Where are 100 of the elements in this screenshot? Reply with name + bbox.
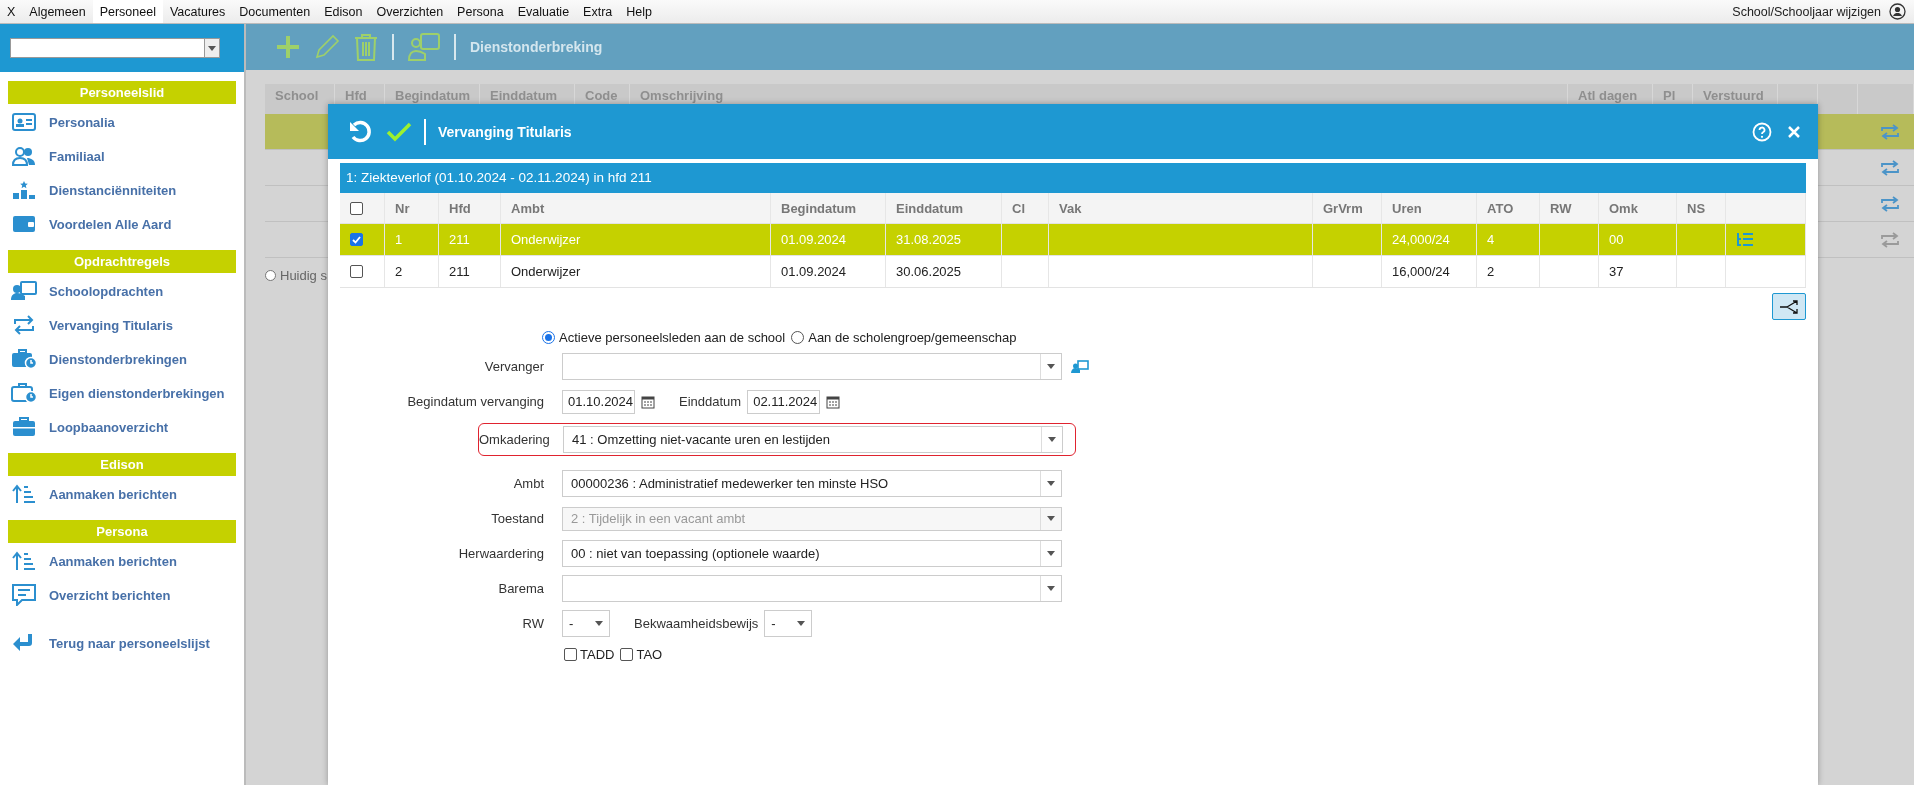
calendar-icon[interactable] <box>641 394 655 409</box>
help-icon[interactable] <box>1752 121 1772 142</box>
field-label: Einddatum <box>679 394 742 409</box>
menu-item[interactable]: X <box>0 0 23 23</box>
split-arrow-icon <box>1779 299 1799 314</box>
table-row[interactable]: 2 211 Onderwijzer 01.09.2024 30.06.2025 16,000/24 2 37 <box>340 256 1806 288</box>
change-school-link[interactable]: School/Schooljaar wijzigen <box>1732 4 1881 19</box>
presenter-icon[interactable] <box>1071 359 1089 374</box>
table-cell: Onderwijzer <box>511 264 581 279</box>
radio-button[interactable] <box>265 270 276 281</box>
column-header: GrVrm <box>1323 200 1363 216</box>
tree-list-icon[interactable] <box>1736 232 1754 247</box>
section-header: Persona <box>8 520 236 543</box>
table-cell: 01.09.2024 <box>781 232 847 247</box>
table-cell: 211 <box>449 232 470 247</box>
checkbox-label: TADD <box>580 647 615 662</box>
checkbox[interactable] <box>350 201 363 215</box>
section-header: Opdrachtregels <box>8 250 236 273</box>
field-label: Toestand <box>490 511 545 526</box>
radio-label: Actieve personeelsleden aan de school <box>559 330 786 345</box>
table-cell: 16,000/24 <box>1392 264 1450 279</box>
menu-item[interactable]: Edison <box>317 0 370 23</box>
sidebar-link[interactable]: Dienstonderbrekingen <box>49 351 187 367</box>
column-header: RW <box>1550 200 1572 216</box>
sidebar-link[interactable]: Familiaal <box>49 148 105 164</box>
select-field[interactable]: 41 : Omzetting niet-vacante uren en lestijden <box>563 426 1063 453</box>
swap-icon[interactable] <box>1880 159 1900 176</box>
radio-label: Huidig s <box>280 268 327 283</box>
menu-item[interactable]: Overzichten <box>369 0 451 23</box>
menu-item[interactable]: Personeel <box>92 0 163 23</box>
checkbox[interactable] <box>350 233 363 246</box>
select-field[interactable]: - <box>562 610 610 637</box>
user-icon[interactable] <box>1889 3 1906 20</box>
select-field[interactable] <box>562 575 1062 602</box>
sidebar-link[interactable]: Aanmaken berichten <box>49 553 177 569</box>
table-cell: 31.08.2025 <box>896 232 962 247</box>
menu-item[interactable]: Extra <box>576 0 620 23</box>
people-icon <box>12 146 36 166</box>
menu-item[interactable]: Help <box>619 0 659 23</box>
column-header: Vak <box>1059 200 1082 216</box>
sidebar-link[interactable]: Eigen dienstonderbrekingen <box>49 385 225 401</box>
sidebar-link[interactable]: Schoolopdrachten <box>49 283 164 299</box>
calendar-icon[interactable] <box>826 394 841 409</box>
sidebar-link[interactable]: Dienstanciënniteiten <box>49 182 177 198</box>
table-cell: 2 <box>1487 264 1495 279</box>
split-button[interactable] <box>1772 293 1806 320</box>
table-cell: 37 <box>1609 264 1624 279</box>
select-field[interactable]: 00 : niet van toepassing (optionele waarde) <box>562 540 1062 567</box>
column-header: Omk <box>1609 200 1638 216</box>
caret-icon <box>1047 364 1055 369</box>
menu-item[interactable]: Documenten <box>232 0 318 23</box>
date-field[interactable]: 02.11.2024 <box>747 389 821 414</box>
caret-icon <box>208 45 216 51</box>
undo-icon[interactable] <box>348 119 374 144</box>
select-field[interactable] <box>562 353 1062 380</box>
caret-icon <box>1047 551 1055 556</box>
caret-icon <box>1047 481 1055 486</box>
checkbox[interactable] <box>564 648 577 661</box>
caret-icon <box>1047 516 1055 521</box>
sidebar-link[interactable]: Vervanging Titularis <box>49 317 174 333</box>
dialog-title: Vervanging Titularis <box>438 123 572 140</box>
close-icon[interactable] <box>1788 125 1800 138</box>
radio-button[interactable] <box>542 331 555 344</box>
select-field[interactable]: - <box>764 610 813 637</box>
caret-icon <box>595 621 603 626</box>
swap-icon[interactable] <box>1880 195 1900 212</box>
briefcase-icon <box>12 417 36 437</box>
sidebar-link[interactable]: Overzicht berichten <box>49 587 171 603</box>
menu-item[interactable]: Evaluatie <box>510 0 577 23</box>
swap-icon[interactable] <box>1880 123 1900 140</box>
menu-item[interactable]: Persona <box>450 0 511 23</box>
field-label: Begindatum vervanging <box>406 394 545 409</box>
column-header: Ambt <box>511 200 545 216</box>
sidebar-link[interactable]: Loopbaanoverzicht <box>49 419 169 435</box>
sidebar-link[interactable]: Personalia <box>49 114 115 130</box>
radio-label: Aan de scholengroep/gemeenschap <box>808 330 1017 345</box>
radio-button[interactable] <box>791 331 805 344</box>
column-header: ATO <box>1487 200 1514 216</box>
column-header: Cl <box>1012 200 1025 216</box>
section-header: Edison <box>8 453 236 476</box>
checkbox[interactable] <box>350 265 363 278</box>
caret-icon <box>797 621 806 626</box>
briefcase-clock-icon <box>11 383 37 403</box>
column-header: Begindatum <box>781 200 857 216</box>
check-icon[interactable] <box>386 121 412 142</box>
presenter-icon <box>11 281 37 301</box>
sidebar-link[interactable]: Voordelen Alle Aard <box>49 216 172 232</box>
table-cell: 30.06.2025 <box>896 264 962 279</box>
back-link[interactable]: Terug naar personeelslijst <box>49 635 210 651</box>
table-cell: 2 <box>395 264 403 279</box>
checkbox[interactable] <box>620 648 634 661</box>
menu-item[interactable]: Algemeen <box>22 0 93 23</box>
school-select[interactable] <box>10 38 220 58</box>
table-cell: Onderwijzer <box>511 232 581 247</box>
field-label: Bekwaamheidsbewijs <box>634 616 759 631</box>
field-label: RW <box>521 616 545 631</box>
sidebar-link[interactable]: Aanmaken berichten <box>49 486 177 502</box>
menu-item[interactable]: Vacatures <box>162 0 233 23</box>
date-field[interactable]: 01.10.2024 <box>562 389 635 414</box>
select-field[interactable]: 00000236 : Administratief medewerker ten minste HSO <box>562 470 1062 497</box>
